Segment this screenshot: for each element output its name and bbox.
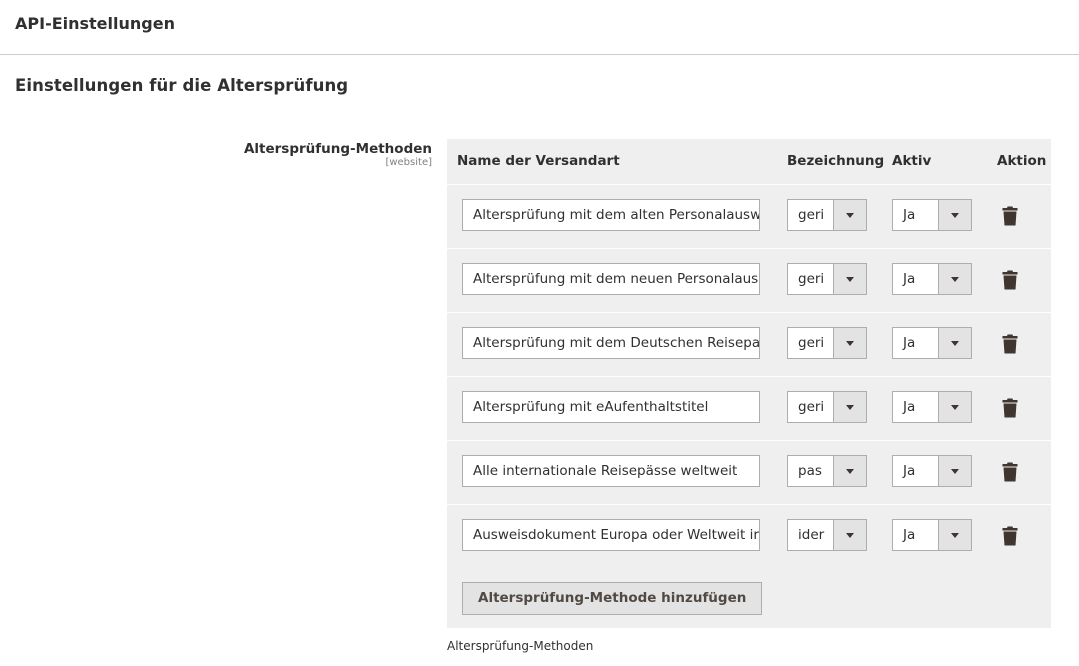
label-select[interactable]: geri: [787, 199, 867, 231]
column-header-label: Bezeichnung: [787, 153, 885, 169]
group-title-age-verification[interactable]: Einstellungen für die Altersprüfung: [15, 76, 348, 95]
chevron-down-icon: [846, 276, 854, 282]
active-select[interactable]: Ja: [892, 199, 972, 231]
chevron-down-icon: [951, 404, 959, 410]
chevron-down-icon: [846, 468, 854, 474]
section-title-api-settings[interactable]: API-Einstellungen: [15, 14, 175, 33]
active-select-toggle[interactable]: [938, 456, 971, 486]
label-select-toggle[interactable]: [833, 328, 866, 358]
active-select-value: Ja: [903, 207, 916, 223]
label-select-toggle[interactable]: [833, 520, 866, 550]
label-select-value: pas: [798, 463, 822, 479]
label-select[interactable]: ider: [787, 519, 867, 551]
active-select[interactable]: Ja: [892, 391, 972, 423]
table-row: Altersprüfung mit dem neuen Personalaus …: [447, 248, 1051, 312]
active-select-toggle[interactable]: [938, 264, 971, 294]
chevron-down-icon: [951, 468, 959, 474]
age-verification-methods-grid: Name der Versandart Bezeichnung Aktiv Ak…: [447, 139, 1051, 628]
method-name-input[interactable]: Altersprüfung mit dem neuen Personalaus: [462, 263, 760, 295]
trash-icon[interactable]: [1002, 334, 1018, 354]
chevron-down-icon: [951, 276, 959, 282]
trash-icon[interactable]: [1002, 462, 1018, 482]
active-select-value: Ja: [903, 399, 916, 415]
column-header-action: Aktion: [997, 153, 1047, 169]
column-header-name: Name der Versandart: [457, 153, 620, 169]
method-name-input[interactable]: Alle internationale Reisepässe weltweit: [462, 455, 760, 487]
chevron-down-icon: [846, 532, 854, 538]
method-name-input[interactable]: Altersprüfung mit dem alten Personalausw: [462, 199, 760, 231]
method-name-input[interactable]: Altersprüfung mit eAufenthaltstitel: [462, 391, 760, 423]
chevron-down-icon: [951, 532, 959, 538]
scope-label: [website]: [385, 157, 432, 168]
method-name-input[interactable]: Altersprüfung mit dem Deutschen Reisepa: [462, 327, 760, 359]
label-select-value: geri: [798, 335, 825, 351]
table-row: Altersprüfung mit dem Deutschen Reisepa …: [447, 312, 1051, 376]
grid-header: Name der Versandart Bezeichnung Aktiv Ak…: [447, 139, 1051, 184]
method-name-input[interactable]: Ausweisdokument Europa oder Weltweit ir: [462, 519, 760, 551]
chevron-down-icon: [951, 212, 959, 218]
label-select-toggle[interactable]: [833, 392, 866, 422]
label-select[interactable]: pas: [787, 455, 867, 487]
active-select[interactable]: Ja: [892, 519, 972, 551]
label-select-toggle[interactable]: [833, 200, 866, 230]
label-select-toggle[interactable]: [833, 264, 866, 294]
table-row: Altersprüfung mit eAufenthaltstitel geri…: [447, 376, 1051, 440]
label-select[interactable]: geri: [787, 263, 867, 295]
active-select-value: Ja: [903, 463, 916, 479]
section-divider: [0, 54, 1079, 55]
field-comment: Altersprüfung-Methoden: [447, 639, 594, 653]
chevron-down-icon: [951, 340, 959, 346]
trash-icon[interactable]: [1002, 206, 1018, 226]
table-row: Alle internationale Reisepässe weltweit …: [447, 440, 1051, 504]
active-select[interactable]: Ja: [892, 263, 972, 295]
active-select-toggle[interactable]: [938, 328, 971, 358]
label-select[interactable]: geri: [787, 391, 867, 423]
trash-icon[interactable]: [1002, 398, 1018, 418]
column-header-active: Aktiv: [892, 153, 932, 169]
label-select-value: ider: [798, 527, 825, 543]
active-select-toggle[interactable]: [938, 392, 971, 422]
label-select-value: geri: [798, 207, 825, 223]
active-select[interactable]: Ja: [892, 455, 972, 487]
add-method-button[interactable]: Altersprüfung-Methode hinzufügen: [462, 582, 763, 615]
active-select-toggle[interactable]: [938, 200, 971, 230]
label-select-toggle[interactable]: [833, 456, 866, 486]
active-select-toggle[interactable]: [938, 520, 971, 550]
chevron-down-icon: [846, 212, 854, 218]
label-select-value: geri: [798, 399, 825, 415]
active-select-value: Ja: [903, 271, 916, 287]
active-select-value: Ja: [903, 527, 916, 543]
trash-icon[interactable]: [1002, 526, 1018, 546]
field-label: Altersprüfung-Methoden: [243, 141, 432, 157]
chevron-down-icon: [846, 340, 854, 346]
label-select[interactable]: geri: [787, 327, 867, 359]
active-select-value: Ja: [903, 335, 916, 351]
trash-icon[interactable]: [1002, 270, 1018, 290]
chevron-down-icon: [846, 404, 854, 410]
label-select-value: geri: [798, 271, 825, 287]
table-row: Ausweisdokument Europa oder Weltweit ir …: [447, 504, 1051, 568]
active-select[interactable]: Ja: [892, 327, 972, 359]
table-row: Altersprüfung mit dem alten Personalausw…: [447, 184, 1051, 248]
